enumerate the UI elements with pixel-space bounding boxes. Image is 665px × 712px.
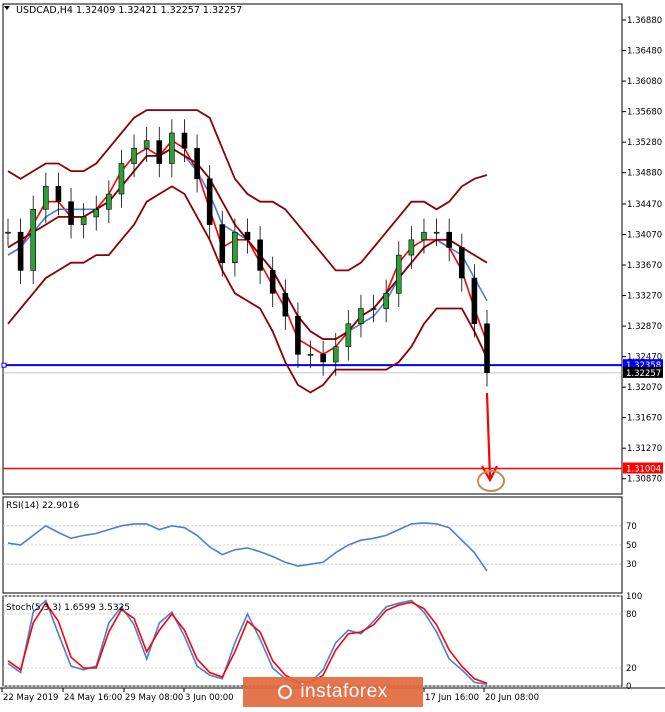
candle-body [370, 308, 377, 310]
y-tick-label: 1.31670 [627, 414, 662, 424]
candle-body [30, 209, 37, 271]
indicator-line-rsi [7, 522, 488, 572]
x-tick-label: 3 Jun 00:00 [185, 693, 234, 703]
x-tick-label: 20 Jun 08:00 [485, 693, 539, 703]
y-tick-label: 1.31270 [627, 444, 662, 454]
y-tick-label: 1.36480 [627, 47, 662, 57]
y-tick-label: 1.30870 [627, 475, 662, 485]
candle-body [194, 147, 200, 180]
logo-ring-icon [278, 685, 293, 699]
candle-body [244, 231, 251, 241]
candle-body [206, 178, 213, 225]
level-handle[interactable] [1, 362, 7, 368]
candle-body [156, 140, 163, 164]
candle-body [269, 270, 276, 294]
candle-body [143, 140, 150, 149]
candle-body [181, 132, 188, 149]
candle-body [421, 231, 427, 241]
indicator-tick-label: 100 [626, 592, 642, 602]
candle-body [80, 216, 87, 225]
candle-body [358, 308, 364, 325]
target-circle [477, 470, 505, 492]
indicator-tick-label: 0 [626, 682, 631, 692]
stoch-title: Stoch(5,3,3) 1.6599 3.5325 [6, 603, 130, 613]
y-tick-label: 1.35680 [627, 108, 662, 118]
annotations-layer [477, 392, 505, 492]
candle-body [17, 231, 24, 271]
x-tick-label: 29 May 08:00 [125, 693, 183, 703]
instaforex-watermark: instaforex [243, 677, 423, 707]
y-tick-label: 1.36080 [627, 77, 662, 87]
y-tick-label: 1.33670 [627, 261, 662, 271]
chart-title: USDCAD,H4 1.32409 1.32421 1.32257 1.3225… [16, 5, 242, 16]
y-tick-label: 1.35280 [627, 138, 662, 148]
candle-body [5, 231, 11, 234]
candle-body [471, 277, 478, 325]
candle-body [55, 186, 62, 202]
price-label-text: 1.32257 [626, 369, 661, 379]
candle-body [307, 354, 314, 356]
trading-chart-window: 1.36880 1.36480 1.36080 1.35680 1.35280 1.348… [0, 0, 665, 708]
candle-body [345, 323, 352, 347]
panel-frame-0 [2, 3, 623, 495]
candle-body [131, 147, 137, 164]
price-series-layer [5, 109, 490, 394]
candle-body [395, 254, 402, 294]
panel-frames [0, 3, 665, 689]
candle-body [383, 292, 389, 309]
candle-body [257, 239, 263, 271]
candle-body [408, 239, 415, 256]
candle-body [458, 247, 465, 279]
y-tick-label: 1.36880 [627, 16, 662, 26]
y-tick-label: 1.32870 [627, 322, 662, 332]
candle-body [282, 292, 289, 317]
candle-body [106, 193, 112, 210]
candle-body [169, 132, 175, 164]
forecast-arrow-line [485, 392, 492, 479]
indicator-tick-label: 80 [626, 610, 637, 620]
x-tick-label: 17 Jun 16:00 [425, 693, 479, 703]
grid-lines [1, 19, 626, 692]
collapse-arrow-icon[interactable] [4, 6, 10, 10]
candle-body [232, 231, 238, 264]
candle-body [68, 201, 74, 225]
indicator-tick-label: 20 [626, 664, 637, 674]
y-tick-label: 1.34470 [627, 200, 662, 210]
price-label-text: 1.31004 [626, 465, 661, 475]
candle-body [295, 315, 301, 355]
candle-body [118, 163, 125, 195]
y-tick-label: 1.33270 [627, 292, 662, 302]
y-tick-label: 1.34880 [627, 169, 662, 179]
chart-canvas[interactable]: 1.36880 1.36480 1.36080 1.35680 1.35280 1.348… [0, 0, 665, 708]
indicator-tick-label: 30 [626, 560, 637, 570]
candle-body [446, 231, 452, 248]
indicator-tick-label: 50 [626, 541, 637, 551]
rsi-title: RSI(14) 22.9016 [6, 501, 79, 511]
x-tick-label: 24 May 16:00 [64, 693, 122, 703]
candle-body [93, 209, 100, 218]
candle-body [433, 231, 440, 234]
y-tick-label: 1.32070 [627, 383, 662, 393]
indicator-line-main [7, 599, 488, 685]
indicator-tick-label: 70 [626, 522, 637, 532]
candle-body [219, 224, 226, 264]
candle-body [484, 323, 490, 373]
y-tick-label: 1.34070 [627, 230, 662, 240]
candle-body [320, 354, 326, 363]
candle-body [43, 186, 49, 210]
candle-body [332, 346, 339, 363]
x-tick-label: 22 May 2019 [3, 693, 58, 703]
